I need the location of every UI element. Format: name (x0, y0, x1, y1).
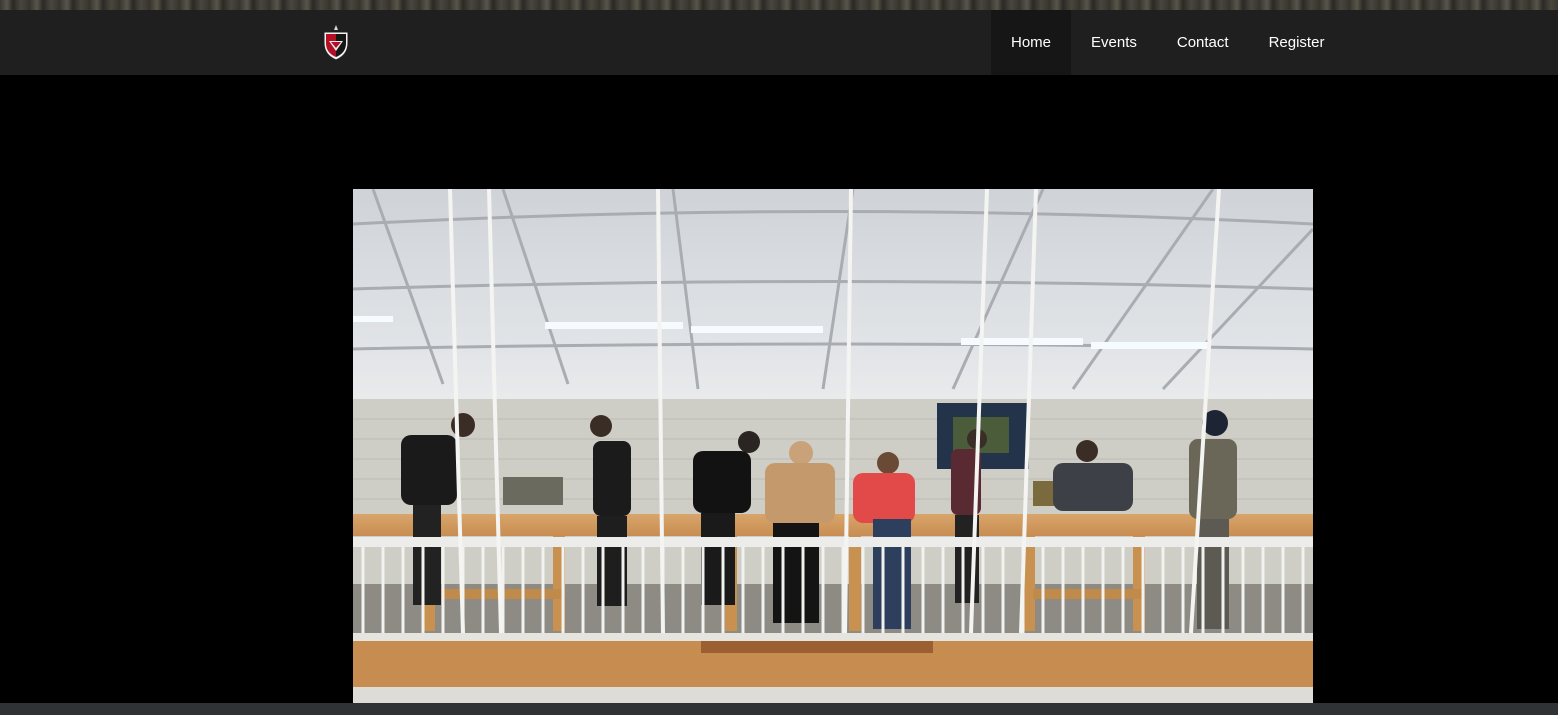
nav-home[interactable]: Home (991, 10, 1072, 75)
header-texture-strip (0, 0, 1558, 10)
shield-logo-icon (323, 25, 349, 61)
hall-photo (353, 189, 1313, 703)
top-navbar: Home Events Contact Register (0, 10, 1558, 75)
nav-events[interactable]: Events (1071, 10, 1157, 75)
hero-image (353, 189, 1313, 703)
main-navigation: Home Events Contact Register (991, 10, 1344, 75)
site-logo[interactable] (321, 24, 351, 62)
footer-edge (0, 703, 1558, 715)
nav-register[interactable]: Register (1249, 10, 1345, 75)
nav-contact[interactable]: Contact (1157, 10, 1249, 75)
